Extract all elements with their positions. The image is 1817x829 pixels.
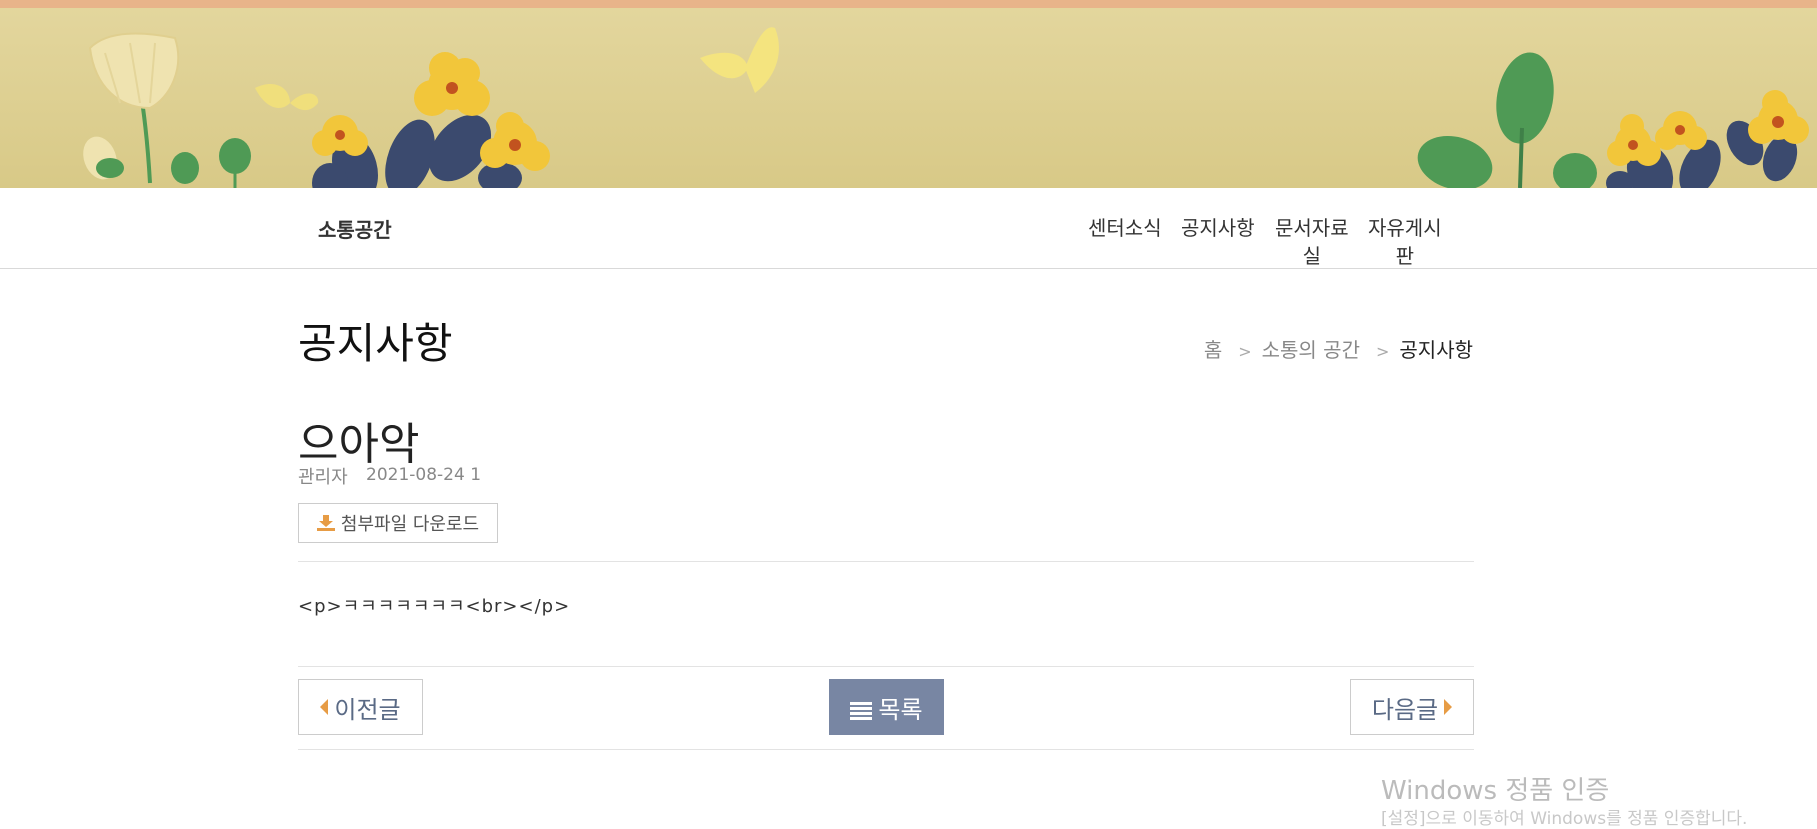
nav-item-notice[interactable]: 공지사항	[1181, 214, 1255, 242]
post-body: <p>ㅋㅋㅋㅋㅋㅋㅋ<br></p>	[298, 596, 571, 617]
breadcrumb-current: 공지사항	[1399, 338, 1473, 362]
list-button[interactable]: 목록	[829, 679, 944, 735]
nav-brand[interactable]: 소통공간	[318, 214, 392, 243]
triangle-right-icon	[1444, 699, 1453, 715]
flower-illustration	[83, 27, 1809, 188]
breadcrumb-separator: >	[1238, 342, 1252, 361]
next-post-label: 다음글	[1371, 695, 1439, 724]
prev-post-label: 이전글	[334, 695, 401, 724]
download-label: 첨부파일 다운로드	[340, 514, 480, 535]
breadcrumb-home[interactable]: 홈	[1204, 338, 1222, 362]
top-navigation: 소통공간 센터소식 공지사항 문서자료 실 자유게시 판	[0, 188, 1817, 269]
post-author: 관리자	[298, 467, 348, 488]
breadcrumb-section[interactable]: 소통의 공간	[1262, 338, 1360, 362]
post-date: 2021-08-24 1	[366, 465, 482, 485]
divider	[298, 561, 1474, 562]
attachment-download-button[interactable]: 첨부파일 다운로드	[298, 503, 498, 543]
top-accent-line	[0, 0, 1817, 8]
list-label: 목록	[878, 695, 923, 724]
breadcrumb: 홈 > 소통의 공간 > 공지사항	[1204, 334, 1473, 363]
nav-item-center-news[interactable]: 센터소식	[1088, 214, 1162, 242]
windows-activation-title: Windows 정품 인증	[1381, 776, 1610, 806]
prev-post-button[interactable]: 이전글	[298, 679, 423, 735]
triangle-left-icon	[320, 699, 329, 715]
list-icon	[850, 698, 873, 720]
next-post-button[interactable]: 다음글	[1350, 679, 1474, 735]
nav-item-documents[interactable]: 문서자료 실	[1275, 214, 1349, 270]
nav-item-free-board[interactable]: 자유게시 판	[1368, 214, 1442, 270]
windows-activation-subtitle: [설정]으로 이동하여 Windows를 정품 인증합니다.	[1381, 809, 1748, 829]
page-title: 공지사항	[298, 319, 453, 368]
divider	[298, 749, 1474, 750]
download-icon	[316, 515, 335, 531]
header-banner	[0, 8, 1817, 188]
divider	[298, 666, 1474, 667]
breadcrumb-separator: >	[1375, 342, 1390, 361]
